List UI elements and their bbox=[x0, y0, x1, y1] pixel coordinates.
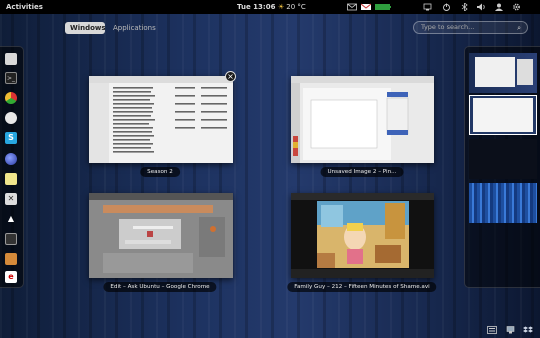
firefox-icon[interactable] bbox=[5, 153, 17, 165]
window-chrome[interactable] bbox=[89, 193, 233, 278]
workspace-3[interactable] bbox=[469, 139, 537, 179]
volume-icon[interactable] bbox=[477, 3, 487, 11]
search-input[interactable]: Type to search... ⌕ bbox=[413, 21, 528, 34]
workspace-switcher bbox=[464, 46, 540, 288]
files-icon[interactable] bbox=[5, 53, 17, 65]
window-video-player[interactable] bbox=[291, 193, 434, 278]
vlc-icon[interactable]: ▲ bbox=[5, 213, 17, 225]
workspace-4[interactable] bbox=[469, 183, 537, 223]
battery-icon[interactable] bbox=[375, 3, 391, 11]
debian-icon[interactable]: e bbox=[5, 271, 17, 283]
workspace-window bbox=[475, 57, 515, 87]
window-caption: Season 2 bbox=[140, 167, 180, 177]
weather-indicator[interactable]: ☀ 20 °C bbox=[278, 0, 306, 14]
search-placeholder: Type to search... bbox=[421, 23, 475, 31]
chrome-icon[interactable] bbox=[5, 92, 17, 104]
search-icon: ⌕ bbox=[517, 24, 521, 32]
window-caption: Family Guy – 212 – Fifteen Minutes of Sh… bbox=[287, 282, 437, 292]
power-icon[interactable] bbox=[442, 3, 451, 11]
temperature: 20 °C bbox=[286, 3, 306, 11]
dash: >_ S ✕ ▲ e bbox=[0, 46, 24, 288]
user-icon[interactable] bbox=[495, 3, 503, 11]
workspace-window bbox=[473, 98, 533, 132]
workspace-2[interactable] bbox=[469, 95, 537, 135]
pidgin-icon[interactable] bbox=[5, 112, 17, 124]
keyboard-icon[interactable] bbox=[487, 326, 497, 334]
dropbox-icon[interactable] bbox=[523, 326, 533, 334]
notes-icon[interactable] bbox=[5, 173, 17, 185]
skype-icon[interactable]: S bbox=[5, 132, 17, 144]
tab-windows[interactable]: Windows bbox=[65, 22, 106, 34]
terminal-icon[interactable]: >_ bbox=[5, 72, 17, 84]
workspace-1[interactable] bbox=[469, 53, 537, 93]
sun-icon: ☀ bbox=[278, 3, 285, 11]
window-caption: Unsaved Image 2 – Pin... bbox=[320, 167, 404, 177]
window-file-manager[interactable] bbox=[89, 76, 233, 163]
close-window-button[interactable]: × bbox=[225, 71, 236, 82]
gear-icon[interactable] bbox=[512, 3, 521, 11]
bluetooth-icon[interactable] bbox=[461, 3, 468, 11]
window-pinta[interactable] bbox=[291, 76, 434, 163]
gmail-icon[interactable] bbox=[361, 3, 371, 11]
media-player-icon[interactable] bbox=[5, 253, 17, 265]
video-editor-icon[interactable] bbox=[5, 233, 17, 245]
tab-applications[interactable]: Applications bbox=[108, 22, 161, 34]
network-icon[interactable] bbox=[423, 3, 432, 11]
top-bar: Activities Tue 13:06 ☀ 20 °C bbox=[0, 0, 540, 14]
email-icon[interactable] bbox=[347, 3, 357, 11]
workspace-window bbox=[517, 59, 533, 85]
clock[interactable]: Tue 13:06 bbox=[237, 0, 275, 14]
inkscape-icon[interactable]: ✕ bbox=[5, 193, 17, 205]
network-tray-icon[interactable] bbox=[506, 326, 515, 334]
window-caption: Edit – Ask Ubuntu – Google Chrome bbox=[103, 282, 217, 292]
activities-button[interactable]: Activities bbox=[6, 0, 43, 14]
